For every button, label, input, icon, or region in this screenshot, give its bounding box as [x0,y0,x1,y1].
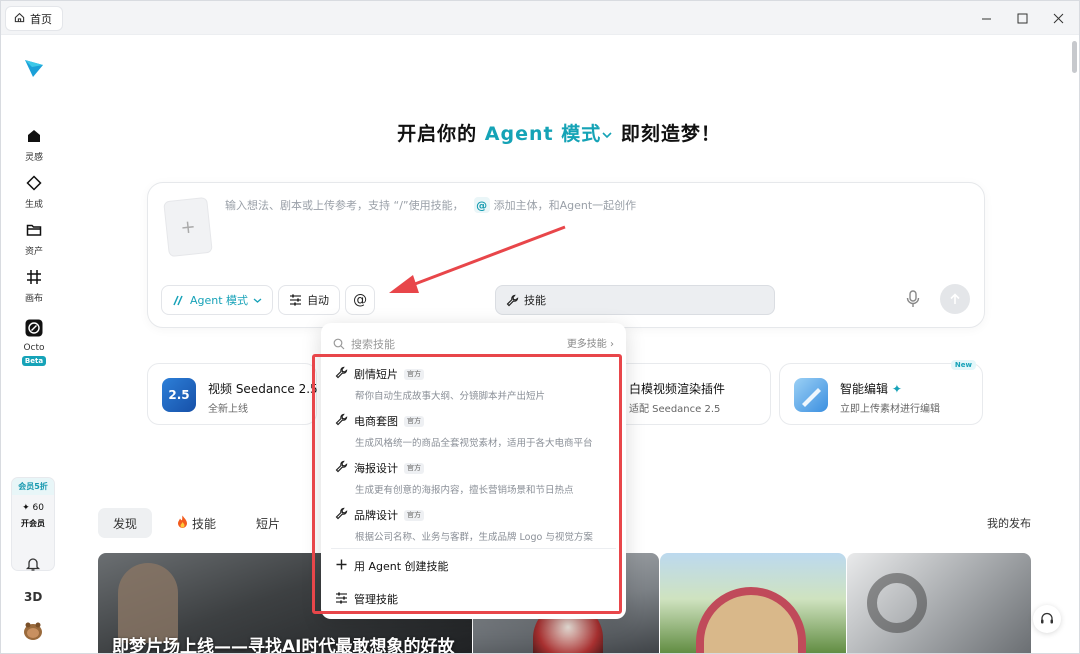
at-icon: @ [353,292,368,308]
tab-label: 发现 [113,516,138,531]
sidebar-item-label: Octo [23,343,45,353]
chevron-down-icon [253,298,262,303]
agent-slash-icon [173,295,183,305]
search-placeholder: 搜索技能 [351,338,395,351]
feature-title: 视频 Seedance 2.5 [208,382,318,396]
round-door-house [696,587,806,653]
title-bar: 首页 [1,1,1079,35]
hero-headline: 开启你的 Agent 模式 即刻造梦！ [1,119,1079,146]
open-vip-label: 开会员 [21,519,45,528]
prompt-toolbar: Agent 模式 自动 技能 @ [161,285,775,315]
content-tabs: 发现 技能 短片 [98,508,295,538]
seedance-icon: 2.5 [162,378,196,412]
folder-icon [26,222,42,241]
mention-subject-button[interactable]: @ [345,285,376,315]
3d-entry[interactable]: 3D [24,590,42,604]
vip-discount-label: 会员5折 [12,478,54,495]
more-skills-link[interactable]: 更多技能 › [567,335,614,350]
annotation-highlight-box [312,354,622,614]
home-tab-label: 首页 [30,12,52,26]
octo-icon [25,319,43,340]
chevron-down-icon [602,132,612,139]
gallery-caption: 即梦片场上线——寻找AI时代最敢想象的好故 [112,637,455,654]
annotation-arrow [389,225,566,293]
sidebar-item-generate[interactable]: 生成 [1,175,67,210]
tab-label: 技能 [192,516,217,531]
canvas-grid-icon [26,269,42,288]
feature-subtitle: 适配 Seedance 2.5 [629,404,721,415]
placeholder-text-2: 添加主体，和Agent一起创作 [493,199,637,212]
chevron-right-icon: › [610,339,614,350]
beta-badge: Beta [21,356,47,366]
feature-card-render-plugin[interactable]: 白模视频渲染插件 适配 Seedance 2.5 [601,363,771,425]
tab-discover[interactable]: 发现 [98,508,153,538]
hero-suffix: 即刻造梦！ [620,123,721,145]
sparkle-icon: ✦ [891,382,902,396]
gallery-item-ink-art[interactable] [847,553,1031,653]
agent-mode-label: Agent 模式 [190,294,249,307]
feature-card-seedance[interactable]: 2.5 视频 Seedance 2.5 全新上线 [147,363,318,425]
agent-mode-text: Agent 模式 [484,123,602,145]
plus-icon: + [179,215,197,239]
microphone-icon[interactable] [906,290,920,312]
hero-prefix: 开启你的 [397,123,478,145]
feature-subtitle: 全新上线 [208,404,248,415]
customer-support-button[interactable] [1033,605,1061,633]
feature-title-text: 智能编辑 [840,382,889,396]
home-icon [14,12,25,26]
more-skills-label: 更多技能 [566,339,607,350]
scrollbar[interactable] [1072,41,1077,73]
sidebar-item-label: 灵感 [24,153,43,163]
sliders-icon [290,294,302,306]
diamond-icon [26,175,42,194]
auto-label: 自动 [307,294,330,307]
user-avatar[interactable] [23,621,43,645]
agent-mode-button[interactable]: Agent 模式 [161,285,274,315]
placeholder-text: 输入想法、剧本或上传参考，支持 “/”使用技能， [225,199,464,212]
close-button[interactable] [1049,9,1067,27]
sidebar-item-label: 生成 [24,200,43,210]
minimize-button[interactable] [977,9,995,27]
agent-mode-selector[interactable]: Agent 模式 [485,123,613,145]
tab-skills[interactable]: 技能 [162,508,231,538]
home-tab[interactable]: 首页 [5,6,63,31]
feature-subtitle: 立即上传素材进行编辑 [840,404,940,415]
fire-icon [177,515,188,531]
sidebar-item-assets[interactable]: 资产 [1,222,67,257]
feature-title: 智能编辑 ✦ [840,380,902,397]
my-publish-link[interactable]: 我的发布 [987,515,1031,531]
at-mention-icon: @ [473,197,490,213]
tab-label: 短片 [256,516,281,531]
upload-reference-button[interactable]: + [163,196,213,258]
maximize-button[interactable] [1013,9,1031,27]
new-badge: New [950,360,976,370]
feature-title: 白模视频渲染插件 [629,382,726,396]
sidebar-item-label: 资产 [24,247,43,257]
feature-card-smart-edit[interactable]: New 智能编辑 ✦ 立即上传素材进行编辑 [779,360,983,425]
sidebar-item-label: 画布 [24,294,43,304]
headset-icon [1041,612,1053,624]
gallery-item-hobbit-house[interactable] [660,553,846,653]
sidebar-item-canvas[interactable]: 画布 [1,269,67,304]
sidebar-item-octo[interactable]: Octo Beta [1,319,67,366]
search-icon [333,338,345,350]
points-balance: ✦ 60 [22,503,44,513]
prompt-input[interactable]: 输入想法、剧本或上传参考，支持 “/”使用技能， @ 添加主体，和Agent一起… [225,197,636,213]
ink-swirl [867,573,927,633]
app-window: 首页 灵感 生成 资产 画布 Octo Beta 会员5折 ✦ 60 开会员 3… [0,0,1080,654]
app-logo-icon[interactable] [23,57,45,83]
auto-settings-button[interactable]: 自动 [278,285,341,315]
tab-shorts[interactable]: 短片 [241,508,295,538]
arrow-up-icon [950,293,960,304]
bell-icon[interactable] [25,556,41,576]
person-silhouette [118,563,178,643]
send-button[interactable] [940,284,970,314]
smart-edit-icon [794,378,828,412]
